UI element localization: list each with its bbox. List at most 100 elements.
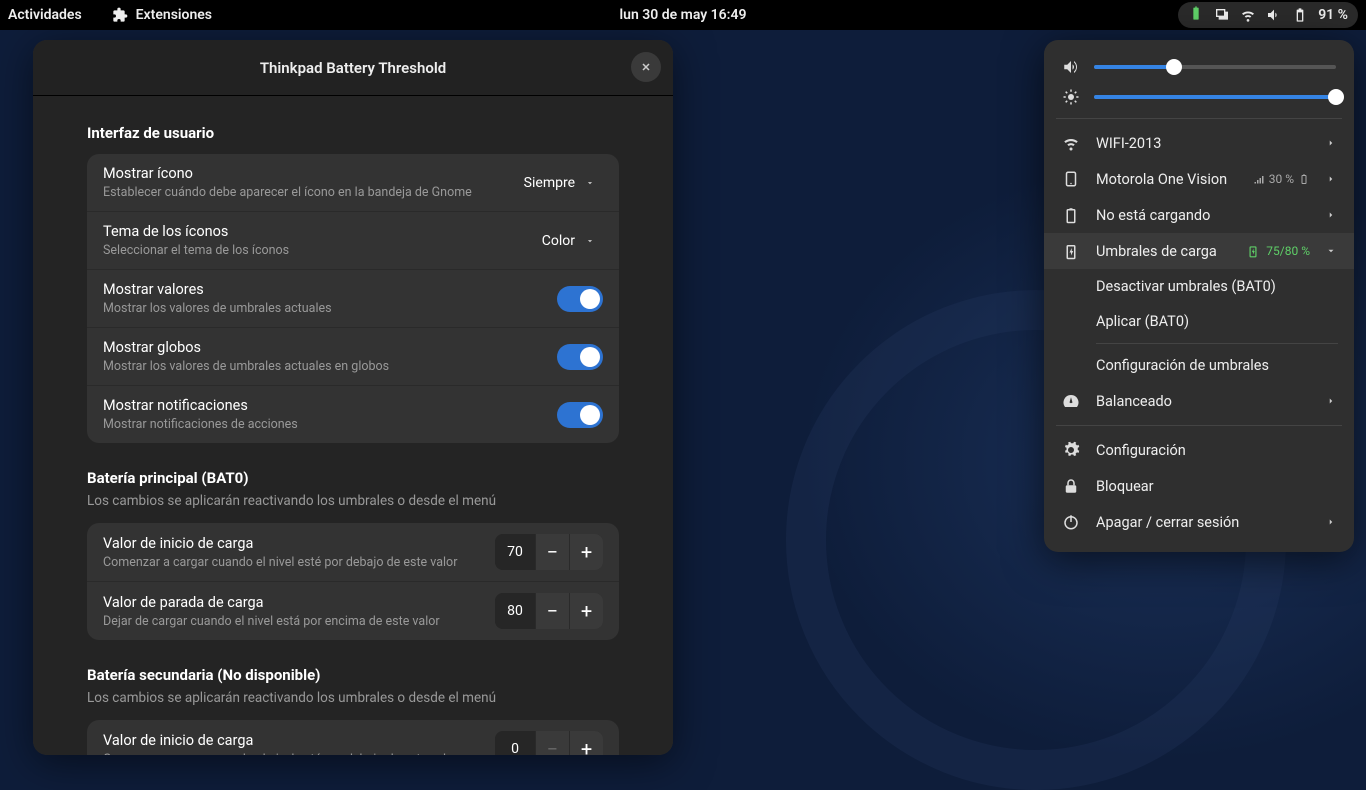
- bat0-start-value[interactable]: 70: [495, 534, 535, 570]
- bluetooth-item[interactable]: Motorola One Vision 30 %: [1044, 161, 1354, 197]
- show-icon-value: Siempre: [524, 175, 575, 191]
- battery-percent: 91 %: [1318, 7, 1348, 23]
- power-label: Apagar / cerrar sesión: [1096, 514, 1310, 531]
- row-show-notifications: Mostrar notificaciones Mostrar notificac…: [87, 386, 619, 443]
- separator: [1056, 118, 1342, 119]
- gear-icon: [1062, 441, 1080, 459]
- bat1-start-plus-button[interactable]: +: [569, 731, 603, 755]
- bat1-start-label: Valor de inicio de carga: [103, 732, 495, 749]
- bat0-stop-desc: Dejar de cargar cuando el nivel está por…: [103, 614, 495, 629]
- wifi-item[interactable]: WIFI-2013: [1044, 125, 1354, 161]
- thresholds-label: Umbrales de carga: [1096, 243, 1230, 260]
- bat1-start-desc: Comenzar a cargar cuando el nivel esté p…: [103, 752, 495, 756]
- top-bar: Actividades Extensiones lun 30 de may 16…: [0, 0, 1366, 30]
- charge-status-label: No está cargando: [1096, 207, 1310, 224]
- thresholds-item[interactable]: Umbrales de carga 75/80 %: [1044, 233, 1354, 269]
- threshold-tray-icon: [1188, 5, 1204, 25]
- show-icon-desc: Establecer cuándo debe aparecer el ícono…: [103, 185, 516, 200]
- bat0-start-desc: Comenzar a cargar cuando el nivel esté p…: [103, 555, 495, 570]
- bat0-stop-plus-button[interactable]: +: [569, 593, 603, 629]
- row-bat1-start: Valor de inicio de carga Comenzar a carg…: [87, 720, 619, 755]
- section-ui-heading: Interfaz de usuario: [87, 124, 619, 142]
- thresholds-badge: 75/80 %: [1246, 244, 1310, 258]
- puzzle-icon: [112, 7, 128, 23]
- gauge-icon: [1062, 392, 1080, 410]
- bat0-start-minus-button[interactable]: −: [535, 534, 569, 570]
- clock[interactable]: lun 30 de may 16:49: [620, 7, 747, 23]
- row-show-values: Mostrar valores Mostrar los valores de u…: [87, 270, 619, 328]
- show-icon-dropdown[interactable]: Siempre: [516, 169, 603, 197]
- bat0-start-plus-button[interactable]: +: [569, 534, 603, 570]
- lock-item[interactable]: Bloquear: [1044, 468, 1354, 504]
- signal-icon: [1253, 173, 1265, 185]
- bat0-start-spinbox: 70 − +: [495, 534, 603, 570]
- system-menu: WIFI-2013 Motorola One Vision 30 % No es…: [1044, 40, 1354, 552]
- power-mode-item[interactable]: Balanceado: [1044, 383, 1354, 419]
- show-notifications-toggle[interactable]: [557, 402, 603, 428]
- icon-theme-dropdown[interactable]: Color: [534, 227, 603, 255]
- icon-theme-desc: Seleccionar el tema de los íconos: [103, 243, 534, 258]
- power-mode-label: Balanceado: [1096, 393, 1310, 410]
- charge-status-item[interactable]: No está cargando: [1044, 197, 1354, 233]
- config-thresholds-item[interactable]: Configuración de umbrales: [1096, 343, 1338, 383]
- show-notifications-label: Mostrar notificaciones: [103, 397, 557, 414]
- volume-icon: [1062, 58, 1080, 76]
- lock-icon: [1062, 477, 1080, 495]
- disable-thresholds-item[interactable]: Desactivar umbrales (BAT0): [1044, 269, 1354, 304]
- bat1-group: Valor de inicio de carga Comenzar a carg…: [87, 720, 619, 755]
- brightness-row: [1044, 82, 1354, 112]
- section-bat0-heading: Batería principal (BAT0): [87, 469, 619, 487]
- bat0-group: Valor de inicio de carga Comenzar a carg…: [87, 523, 619, 640]
- battery-icon: [1062, 206, 1080, 224]
- volume-row: [1044, 52, 1354, 82]
- show-balloons-toggle[interactable]: [557, 344, 603, 370]
- section-bat1-sub: Los cambios se aplicarán reactivando los…: [87, 690, 619, 706]
- show-values-label: Mostrar valores: [103, 281, 557, 298]
- show-balloons-desc: Mostrar los valores de umbrales actuales…: [103, 359, 557, 374]
- threshold-badge-icon: [1246, 244, 1260, 258]
- threshold-settings-dialog: Thinkpad Battery Threshold Interfaz de u…: [33, 40, 673, 755]
- ui-group: Mostrar ícono Establecer cuándo debe apa…: [87, 154, 619, 443]
- extensions-label: Extensiones: [136, 7, 212, 23]
- chevron-right-icon: [1326, 517, 1336, 527]
- chevron-right-icon: [1326, 396, 1336, 406]
- battery-small-icon: [1298, 173, 1310, 185]
- bluetooth-device-icon: [1062, 170, 1080, 188]
- section-bat1-heading: Batería secundaria (No disponible): [87, 666, 619, 684]
- row-show-icon: Mostrar ícono Establecer cuándo debe apa…: [87, 154, 619, 212]
- show-notifications-desc: Mostrar notificaciones de acciones: [103, 417, 557, 432]
- brightness-icon: [1062, 88, 1080, 106]
- apply-thresholds-item[interactable]: Aplicar (BAT0): [1044, 304, 1354, 339]
- bat1-start-value[interactable]: 0: [495, 731, 535, 755]
- chevron-right-icon: [1326, 210, 1336, 220]
- screen-icon: [1214, 7, 1230, 23]
- threshold-icon: [1062, 242, 1080, 260]
- power-item[interactable]: Apagar / cerrar sesión: [1044, 504, 1354, 540]
- bat0-stop-value[interactable]: 80: [495, 593, 535, 629]
- chevron-down-icon: [585, 236, 595, 246]
- chevron-right-icon: [1326, 138, 1336, 148]
- bat0-start-label: Valor de inicio de carga: [103, 535, 495, 552]
- close-icon: [640, 61, 652, 73]
- row-bat0-stop: Valor de parada de carga Dejar de cargar…: [87, 582, 619, 640]
- extensions-button[interactable]: Extensiones: [112, 7, 212, 23]
- show-values-toggle[interactable]: [557, 286, 603, 312]
- icon-theme-label: Tema de los íconos: [103, 223, 534, 240]
- lock-label: Bloquear: [1096, 478, 1336, 495]
- bat1-start-minus-button: −: [535, 731, 569, 755]
- system-tray[interactable]: 91 %: [1178, 2, 1358, 28]
- brightness-slider[interactable]: [1094, 95, 1336, 99]
- power-icon: [1062, 513, 1080, 531]
- close-button[interactable]: [631, 52, 661, 82]
- volume-slider[interactable]: [1094, 65, 1336, 69]
- activities-button[interactable]: Actividades: [8, 7, 82, 23]
- row-bat0-start: Valor de inicio de carga Comenzar a carg…: [87, 523, 619, 582]
- volume-icon: [1266, 7, 1282, 23]
- bat0-stop-minus-button[interactable]: −: [535, 593, 569, 629]
- dialog-body[interactable]: Interfaz de usuario Mostrar ícono Establ…: [33, 96, 673, 755]
- chevron-right-icon: [1326, 174, 1336, 184]
- settings-item[interactable]: Configuración: [1044, 432, 1354, 468]
- settings-label: Configuración: [1096, 442, 1336, 459]
- bat0-stop-label: Valor de parada de carga: [103, 594, 495, 611]
- dialog-title: Thinkpad Battery Threshold: [260, 59, 446, 77]
